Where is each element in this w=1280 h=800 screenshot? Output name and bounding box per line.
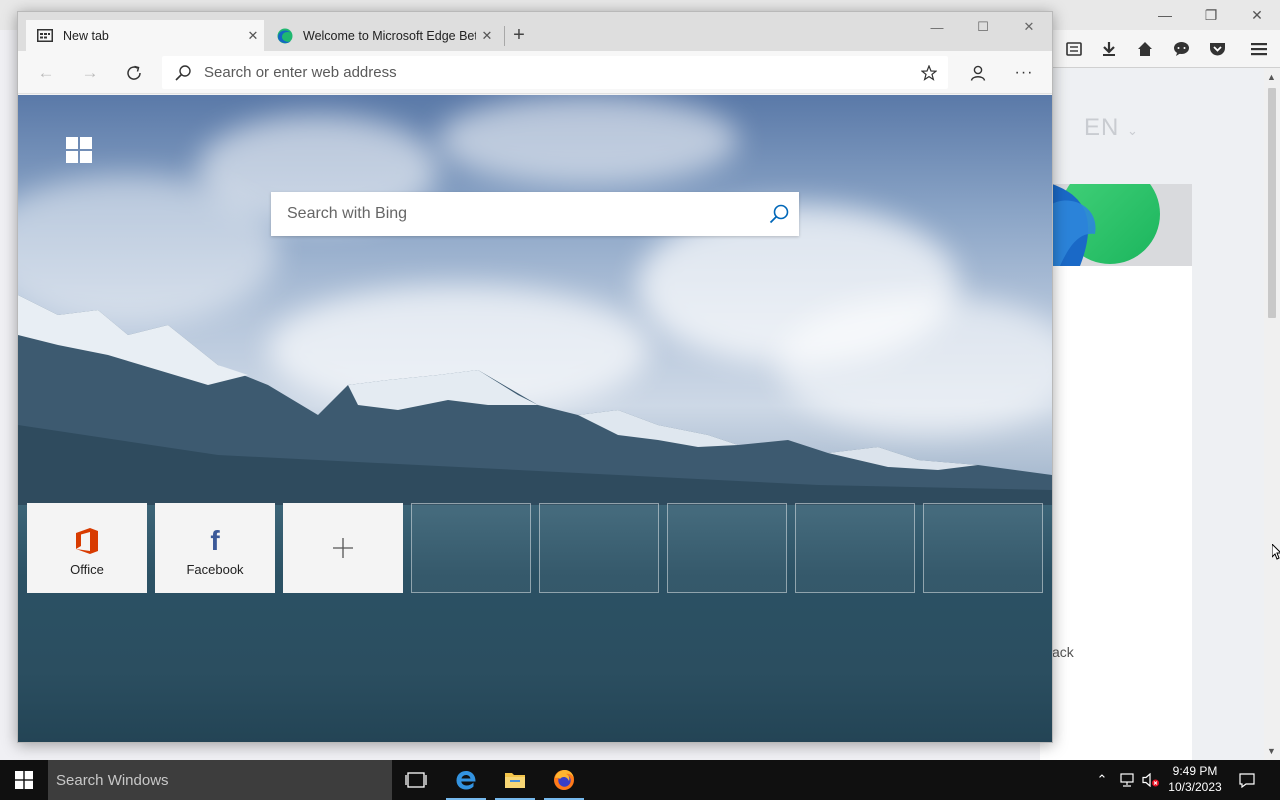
notifications-icon[interactable] [1234, 760, 1260, 800]
home-icon[interactable] [1135, 39, 1155, 59]
reader-list-icon[interactable] [1064, 39, 1084, 59]
forward-arrow-icon[interactable]: → [78, 61, 102, 85]
firefox-toolbar [1052, 30, 1280, 68]
tab-welcome-edge-beta[interactable]: Welcome to Microsoft Edge Beta ✕ [266, 21, 498, 51]
close-tab-icon[interactable]: ✕ [242, 28, 264, 44]
tile-label: Facebook [186, 561, 244, 577]
edge-close-button[interactable]: ✕ [1006, 12, 1052, 42]
taskbar-search-box[interactable]: Search Windows [48, 760, 392, 800]
tab-new-tab[interactable]: New tab ✕ [26, 20, 264, 51]
mouse-cursor-icon [1271, 542, 1280, 563]
tile-label: Office [70, 561, 104, 577]
taskbar-edge-button[interactable] [442, 760, 490, 800]
edge-icon [456, 771, 476, 790]
empty-tile[interactable] [795, 503, 915, 593]
office-icon [76, 524, 98, 558]
edge-logo-icon [277, 28, 293, 44]
file-explorer-icon [505, 773, 525, 788]
task-view-button[interactable] [392, 760, 440, 800]
more-options-icon[interactable]: ··· [1012, 61, 1036, 85]
address-bar[interactable] [162, 56, 948, 89]
system-clock[interactable]: 9:49 PM 10/3/2023 [1160, 763, 1230, 795]
tab-title: New tab [63, 28, 109, 43]
language-selector[interactable]: EN ⌄ [1084, 114, 1139, 142]
edge-logo-banner [1040, 184, 1192, 266]
cloud-shape [438, 95, 738, 185]
task-view-icon [405, 772, 427, 788]
tab-strip: New tab ✕ Welcome to Microsoft Edge Beta… [18, 12, 1052, 51]
facebook-icon: f [210, 524, 220, 556]
refresh-icon[interactable] [122, 61, 146, 85]
empty-tile[interactable] [539, 503, 659, 593]
content-card [1040, 184, 1192, 760]
scroll-up-arrow-icon[interactable]: ▲ [1267, 72, 1276, 82]
download-icon[interactable] [1099, 39, 1119, 59]
edge-window: New tab ✕ Welcome to Microsoft Edge Beta… [17, 11, 1053, 743]
scroll-down-arrow-icon[interactable]: ▼ [1267, 746, 1276, 756]
clock-date: 10/3/2023 [1168, 780, 1222, 794]
newtab-page-icon [37, 28, 53, 44]
volume-muted-icon[interactable] [1140, 760, 1162, 800]
network-icon[interactable] [1116, 760, 1138, 800]
empty-tile[interactable] [667, 503, 787, 593]
edge-maximize-button[interactable]: ☐ [960, 12, 1006, 42]
show-hidden-icons-chevron-icon[interactable]: ⌃ [1092, 760, 1112, 800]
tab-title: Welcome to Microsoft Edge Beta [303, 29, 476, 43]
close-tab-icon[interactable]: ✕ [476, 28, 498, 44]
bing-search-box[interactable] [271, 192, 799, 236]
profile-icon[interactable] [966, 61, 990, 85]
firefox-icon [554, 770, 574, 790]
favorite-star-icon[interactable] [918, 64, 940, 81]
firefox-close-button[interactable]: ✕ [1234, 0, 1280, 30]
chat-icon[interactable] [1171, 39, 1191, 59]
top-site-facebook[interactable]: f Facebook [155, 503, 275, 593]
windows-start-icon [15, 771, 33, 789]
edge-minimize-button[interactable]: — [914, 12, 960, 42]
windows-logo-icon [66, 137, 92, 163]
taskbar-firefox-button[interactable] [540, 760, 588, 800]
taskbar-file-explorer-button[interactable] [491, 760, 539, 800]
firefox-scrollbar[interactable]: ▲ ▼ [1264, 68, 1280, 760]
back-arrow-icon[interactable]: ← [34, 61, 58, 85]
new-tab-button[interactable]: + [508, 24, 530, 46]
firefox-restore-button[interactable]: ❐ [1188, 0, 1234, 30]
start-button[interactable] [0, 760, 48, 800]
search-icon[interactable] [759, 203, 799, 225]
add-icon [332, 531, 354, 565]
taskbar-search-placeholder: Search Windows [56, 771, 169, 789]
new-tab-page: Office f Facebook [18, 95, 1052, 742]
taskbar: Search Windows ⌃ 9:49 PM 10/3/2023 [0, 760, 1280, 800]
hamburger-menu-icon[interactable] [1249, 39, 1269, 59]
clock-time: 9:49 PM [1172, 764, 1218, 778]
navigation-bar: ← → ··· [18, 51, 1052, 94]
bing-search-input[interactable] [271, 205, 759, 223]
address-input[interactable] [204, 64, 918, 81]
search-icon [174, 64, 194, 82]
firefox-minimize-button[interactable]: — [1142, 0, 1188, 30]
tab-separator [504, 26, 505, 46]
empty-tile[interactable] [411, 503, 531, 593]
scrollbar-thumb[interactable] [1268, 88, 1276, 318]
add-top-site-button[interactable] [283, 503, 403, 593]
back-link-fragment[interactable]: ack [1052, 644, 1074, 660]
empty-tile[interactable] [923, 503, 1043, 593]
pocket-icon[interactable] [1207, 39, 1227, 59]
top-site-office[interactable]: Office [27, 503, 147, 593]
